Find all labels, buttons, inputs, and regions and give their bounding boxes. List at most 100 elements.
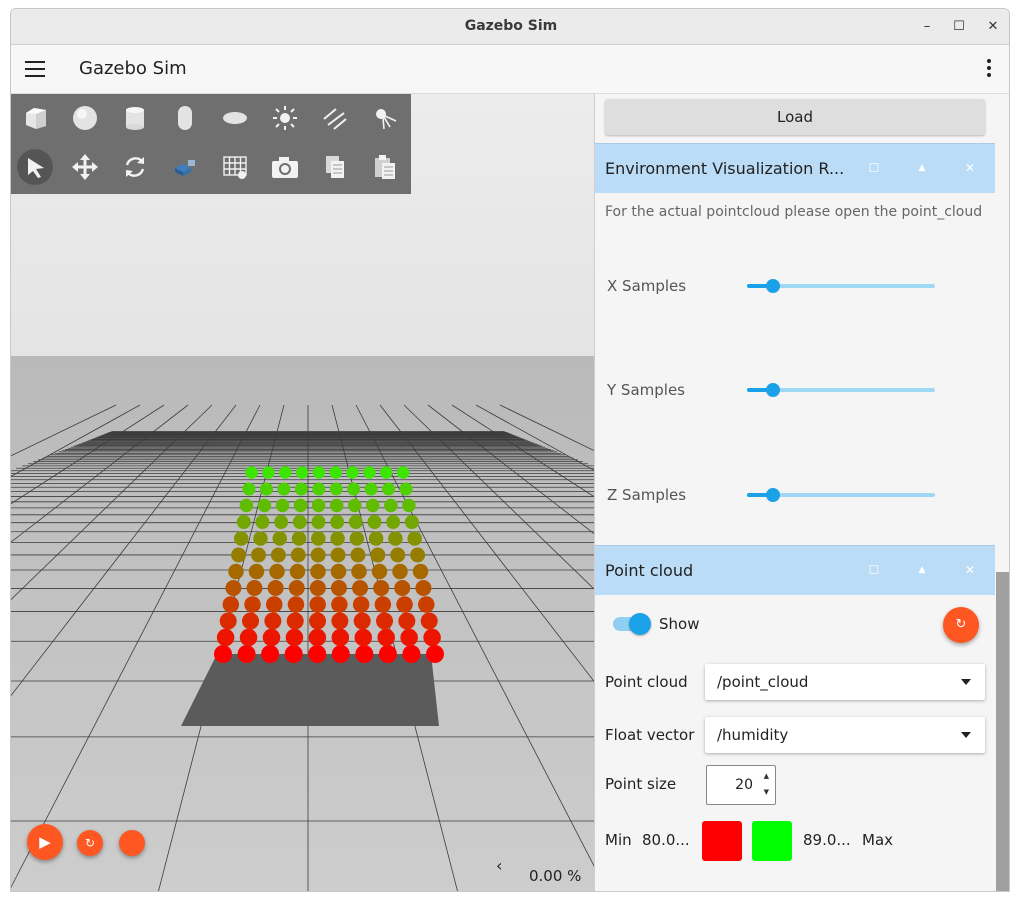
scene-render	[11, 94, 594, 891]
point-cloud-point	[366, 498, 380, 513]
play-button[interactable]: ▶	[27, 824, 63, 860]
point-cloud-point	[350, 547, 366, 563]
point-cloud-point	[275, 498, 290, 513]
close-button[interactable]: ✕	[981, 15, 1005, 39]
point-cloud-point	[293, 498, 308, 513]
point-cloud-point	[311, 515, 326, 529]
y-samples-handle[interactable]	[766, 383, 781, 397]
z-samples-label: Z Samples	[607, 486, 687, 504]
point-cloud-point	[399, 482, 413, 496]
translate-icon[interactable]	[67, 149, 103, 185]
z-samples-handle[interactable]	[766, 488, 781, 502]
point-cloud-point	[329, 498, 344, 513]
point-cloud-point	[412, 563, 429, 580]
point-cloud-point	[368, 531, 384, 546]
spot-light-icon[interactable]	[367, 100, 403, 136]
y-samples-slider[interactable]	[747, 383, 935, 397]
show-toggle-knob	[629, 613, 651, 635]
max-label: Max	[862, 831, 894, 849]
point-cloud-point	[311, 498, 326, 513]
point-cloud-point	[380, 466, 393, 479]
min-value: 80.0...	[642, 831, 690, 849]
rotate-icon[interactable]	[117, 149, 153, 185]
point-cloud-point	[308, 645, 327, 663]
point-cloud-point	[390, 547, 406, 563]
maximize-button[interactable]: ☐	[947, 15, 971, 39]
point-cloud-point	[294, 482, 308, 496]
chevron-down-icon	[961, 732, 971, 738]
point-size-value: 20	[735, 777, 753, 793]
point-cloud-point	[239, 498, 254, 513]
point-cloud-point	[376, 612, 394, 630]
pc-panel-collapse-button[interactable]: ▲	[914, 562, 930, 578]
float-vector-dropdown[interactable]: /humidity	[705, 717, 985, 753]
paste-icon[interactable]	[367, 149, 403, 185]
point-cloud-point	[309, 596, 326, 613]
point-cloud-point	[396, 466, 410, 479]
point-cloud-point	[288, 580, 305, 596]
capsule-icon[interactable]	[167, 100, 203, 136]
env-panel-collapse-button[interactable]: ▲	[914, 160, 930, 176]
point-cloud-dropdown[interactable]: /point_cloud	[705, 664, 985, 700]
point-size-spinbox[interactable]: 20 ▲ ▼	[706, 765, 776, 805]
point-cloud-point	[262, 466, 275, 479]
menu-icon[interactable]	[25, 61, 45, 77]
stats-collapse-icon[interactable]: ‹	[496, 856, 502, 875]
scene-viewport[interactable]: ▶ ↻ ‹ 0.00 %	[11, 94, 594, 891]
decrement-icon[interactable]: ▼	[764, 788, 769, 796]
load-button[interactable]: Load	[605, 99, 985, 135]
pc-panel-close-button[interactable]: ✕	[962, 562, 978, 578]
point-cloud-point	[351, 563, 367, 580]
point-cloud-point	[242, 612, 260, 630]
point-cloud-point	[374, 596, 392, 613]
env-panel-header: Environment Visualization R... ☐ ▲ ✕	[595, 143, 995, 193]
sphere-icon[interactable]	[67, 100, 103, 136]
point-cloud-point	[255, 515, 270, 529]
show-toggle[interactable]	[613, 613, 651, 635]
pc-panel-title: Point cloud	[605, 561, 694, 580]
env-panel-close-button[interactable]: ✕	[962, 160, 978, 176]
point-cloud-point	[410, 547, 426, 563]
grid-icon[interactable]	[217, 149, 253, 185]
point-cloud-point	[250, 547, 266, 563]
point-cloud-point	[219, 612, 237, 630]
min-color-swatch[interactable]	[702, 821, 742, 861]
point-cloud-point	[257, 498, 272, 513]
box-icon[interactable]	[17, 100, 53, 136]
pc-panel-float-button[interactable]: ☐	[866, 562, 882, 578]
point-cloud-point	[367, 515, 382, 529]
x-samples-slider[interactable]	[747, 279, 935, 293]
point-cloud-point	[242, 482, 256, 496]
minimize-button[interactable]: –	[915, 15, 939, 39]
ellipsoid-icon[interactable]	[217, 100, 253, 136]
point-cloud-value: /point_cloud	[717, 673, 809, 691]
camera-icon[interactable]	[267, 149, 303, 185]
env-panel-float-button[interactable]: ☐	[866, 160, 882, 176]
sun-light-icon[interactable]	[267, 100, 303, 136]
refresh-button[interactable]: ↻	[943, 607, 979, 643]
point-cloud-point	[415, 580, 432, 596]
more-options-icon[interactable]	[987, 59, 993, 81]
point-cloud-point	[348, 515, 363, 529]
step-button[interactable]: ↻	[77, 830, 103, 856]
transform-snap-icon[interactable]	[167, 149, 203, 185]
point-cloud-point	[378, 645, 397, 663]
right-panel: Load Environment Visualization R... ☐ ▲ …	[594, 94, 1009, 891]
z-samples-slider[interactable]	[747, 488, 935, 502]
point-cloud-point	[398, 612, 416, 630]
point-cloud-point	[262, 628, 281, 647]
x-samples-handle[interactable]	[766, 279, 781, 293]
increment-icon[interactable]: ▲	[764, 772, 769, 780]
cloud-shadow	[181, 654, 439, 726]
point-cloud-point	[384, 498, 398, 513]
chevron-down-icon	[961, 679, 971, 685]
point-cloud-point	[371, 563, 388, 580]
cylinder-icon[interactable]	[117, 100, 153, 136]
max-color-swatch[interactable]	[752, 821, 792, 861]
directional-light-icon[interactable]	[317, 100, 353, 136]
float-vector-label: Float vector	[605, 726, 695, 744]
sidebar-scrollbar[interactable]	[996, 572, 1009, 891]
point-cloud-point	[402, 645, 421, 663]
select-icon[interactable]	[17, 149, 53, 185]
copy-icon[interactable]	[317, 149, 353, 185]
